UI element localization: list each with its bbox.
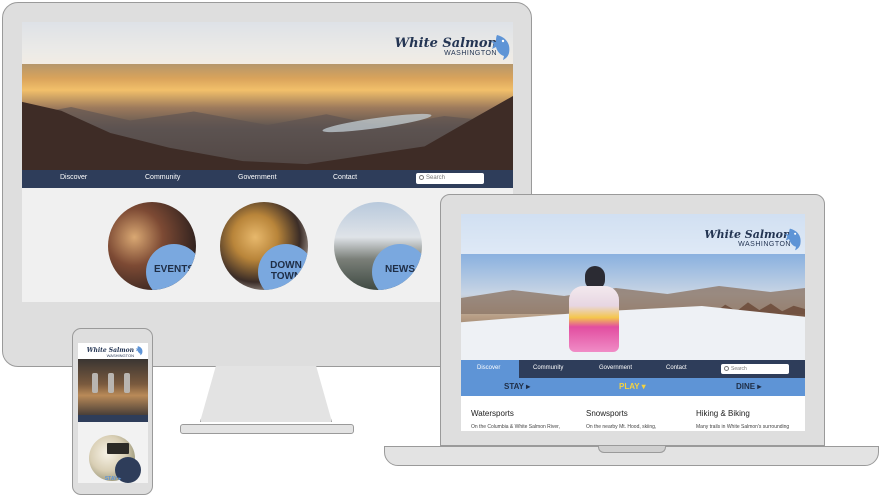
- downtown-label-line1: DOWN: [270, 260, 302, 271]
- laptop: White Salmon WASHINGTON Discover Communi…: [440, 194, 825, 446]
- subnav-play[interactable]: PLAY ▾: [619, 382, 646, 391]
- search-placeholder: Search: [731, 366, 747, 372]
- monitor-stand-neck: [200, 366, 332, 422]
- salmon-icon: [491, 35, 510, 60]
- logo-name: White Salmon: [704, 228, 791, 241]
- search-icon: [724, 366, 729, 371]
- laptop-notch: [598, 446, 666, 453]
- logo-state: WASHINGTON: [444, 50, 497, 57]
- column-hiking-biking: Hiking & Biking Many trails in White Sal…: [696, 409, 804, 430]
- search-input[interactable]: Search: [721, 364, 789, 374]
- laptop-hero-image: White Salmon WASHINGTON: [461, 214, 805, 360]
- phone-hero-image: [78, 359, 148, 415]
- skier-body: [569, 286, 619, 352]
- column-text: Many trails in White Salmon's surroundin…: [696, 424, 790, 430]
- column-heading: Hiking & Biking: [696, 409, 750, 418]
- phone: White Salmon WASHINGTON STAY ▸: [72, 328, 153, 495]
- phone-stay-link[interactable]: STAY ▸: [78, 476, 148, 483]
- site-logo[interactable]: White Salmon WASHINGTON: [704, 228, 791, 248]
- search-icon: [419, 175, 424, 180]
- site-logo[interactable]: White Salmon WASHINGTON: [395, 36, 497, 57]
- column-watersports: Watersports On the Columbia & White Salm…: [471, 409, 571, 430]
- nav-community[interactable]: Community: [533, 365, 563, 371]
- downtown-circle[interactable]: DOWN TOWN: [220, 202, 308, 290]
- column-heading: Snowsports: [586, 409, 628, 418]
- events-circle[interactable]: EVENTS: [108, 202, 196, 290]
- nav-contact[interactable]: Contact: [666, 365, 687, 371]
- nav-government[interactable]: Government: [238, 174, 277, 181]
- desktop-nav-bar: Discover Community Government Contact Se…: [22, 170, 513, 188]
- phone-nav-bar[interactable]: [78, 415, 148, 422]
- phone-screen: White Salmon WASHINGTON STAY ▸: [78, 343, 148, 483]
- nav-government[interactable]: Government: [599, 365, 632, 371]
- logo-state: WASHINGTON: [738, 241, 791, 248]
- monitor-stand-base: [180, 424, 354, 434]
- laptop-nav-bar: Discover Community Government Contact Se…: [461, 360, 805, 378]
- search-input[interactable]: Search: [416, 173, 484, 184]
- laptop-screen: White Salmon WASHINGTON Discover Communi…: [461, 214, 805, 431]
- events-label: EVENTS: [153, 264, 194, 275]
- downtown-label-line2: TOWN: [270, 271, 302, 282]
- desktop-hero-image: White Salmon WASHINGTON: [22, 22, 513, 170]
- subnav-dine[interactable]: DINE ▸: [736, 382, 761, 391]
- logo-state: WASHINGTON: [106, 353, 134, 358]
- column-text: On the Columbia & White Salmon River,: [471, 424, 560, 430]
- nav-contact[interactable]: Contact: [333, 174, 357, 181]
- column-snowsports: Snowsports On the nearby Mt. Hood, skiin…: [586, 409, 686, 430]
- nav-discover[interactable]: Discover: [60, 174, 87, 181]
- nav-discover[interactable]: Discover: [477, 365, 500, 371]
- news-circle[interactable]: NEWS: [334, 202, 422, 290]
- laptop-subnav: STAY ▸ PLAY ▾ DINE ▸: [461, 378, 805, 396]
- search-placeholder: Search: [426, 175, 446, 181]
- nav-community[interactable]: Community: [145, 174, 180, 181]
- salmon-icon: [784, 228, 801, 251]
- logo-name: White Salmon: [394, 36, 497, 51]
- phone-header: White Salmon WASHINGTON: [78, 343, 148, 359]
- phone-feature-circle[interactable]: [89, 435, 141, 483]
- column-text: On the nearby Mt. Hood, skiing,: [586, 424, 657, 430]
- news-label: NEWS: [385, 264, 415, 275]
- column-heading: Watersports: [471, 409, 514, 418]
- salmon-icon: [135, 346, 143, 356]
- subnav-stay[interactable]: STAY ▸: [504, 382, 530, 391]
